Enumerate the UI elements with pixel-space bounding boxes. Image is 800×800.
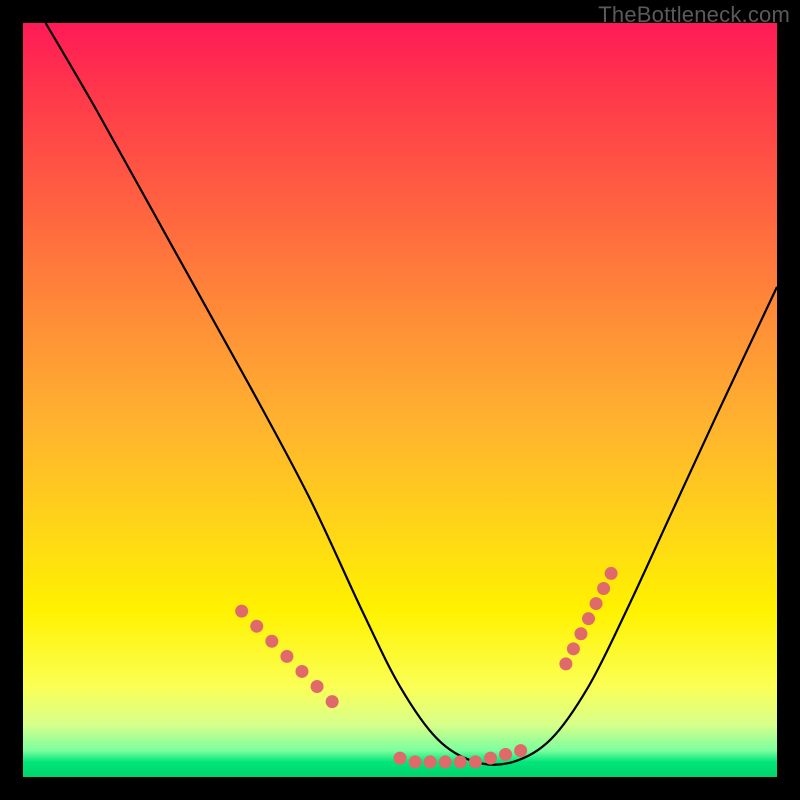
marker-dot bbox=[499, 748, 512, 761]
marker-dots-group bbox=[235, 567, 617, 769]
marker-dot bbox=[265, 635, 278, 648]
marker-dot bbox=[280, 650, 293, 663]
plot-area bbox=[23, 23, 777, 777]
marker-dot bbox=[567, 642, 580, 655]
marker-dot bbox=[574, 627, 587, 640]
marker-dot bbox=[454, 755, 467, 768]
marker-dot bbox=[326, 695, 339, 708]
marker-dot bbox=[409, 755, 422, 768]
marker-dot bbox=[469, 755, 482, 768]
marker-dot bbox=[559, 657, 572, 670]
chart-frame: TheBottleneck.com bbox=[0, 0, 800, 800]
marker-dot bbox=[514, 744, 527, 757]
marker-dot bbox=[439, 755, 452, 768]
bottleneck-curve-path bbox=[46, 23, 777, 765]
curve-svg bbox=[23, 23, 777, 777]
marker-dot bbox=[394, 752, 407, 765]
marker-dot bbox=[424, 755, 437, 768]
marker-dot bbox=[235, 605, 248, 618]
marker-dot bbox=[582, 612, 595, 625]
marker-dot bbox=[605, 567, 618, 580]
marker-dot bbox=[590, 597, 603, 610]
marker-dot bbox=[597, 582, 610, 595]
marker-dot bbox=[311, 680, 324, 693]
marker-dot bbox=[295, 665, 308, 678]
marker-dot bbox=[484, 752, 497, 765]
marker-dot bbox=[250, 620, 263, 633]
